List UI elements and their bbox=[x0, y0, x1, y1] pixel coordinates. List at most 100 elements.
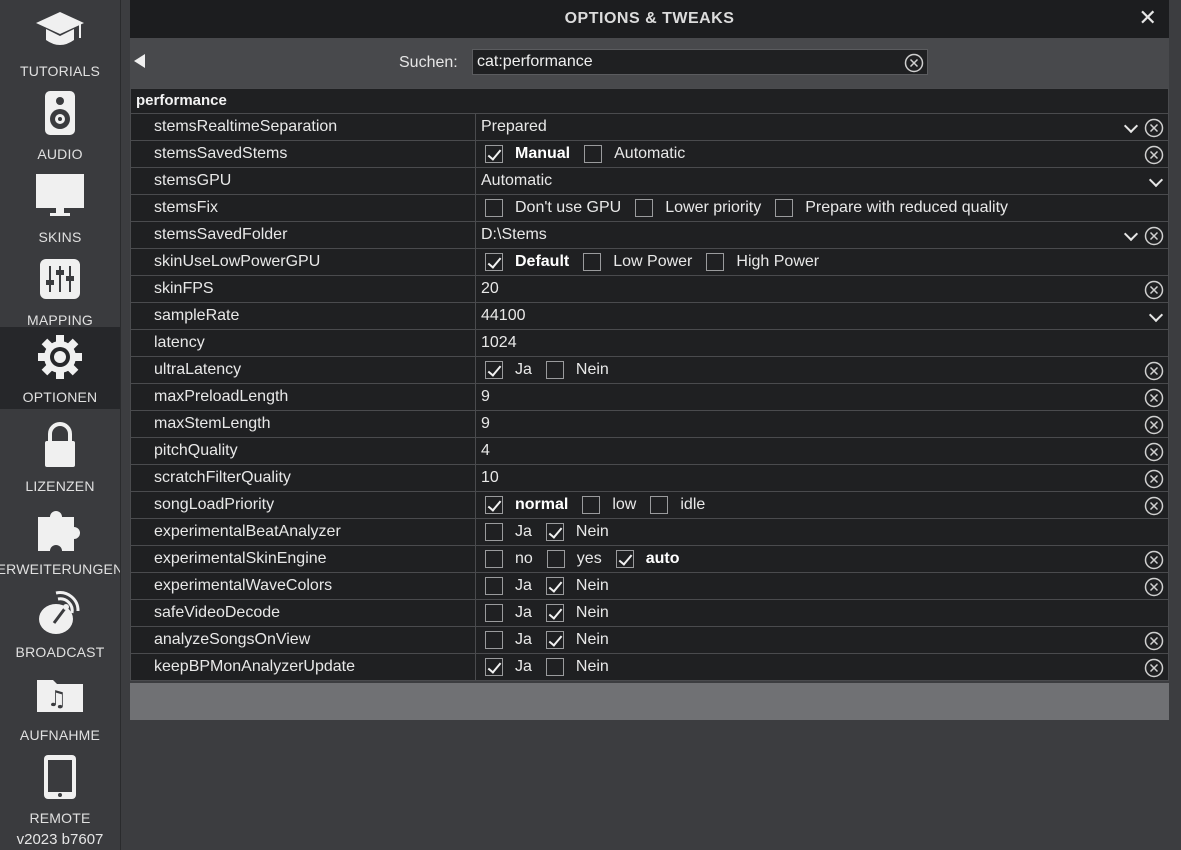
checkbox-checked[interactable] bbox=[485, 145, 503, 163]
reset-icon[interactable] bbox=[1144, 415, 1164, 440]
nav-erweiterungen[interactable]: ERWEITERUNGEN bbox=[0, 498, 120, 581]
nav-audio[interactable]: AUDIO bbox=[0, 83, 120, 166]
nav-aufnahme[interactable]: ♫ AUFNAHME bbox=[0, 664, 120, 747]
checkbox[interactable] bbox=[582, 496, 601, 514]
choice-option[interactable]: Lower priority bbox=[631, 195, 761, 221]
checkbox-checked[interactable] bbox=[545, 523, 564, 541]
reset-icon[interactable] bbox=[1144, 118, 1164, 143]
checkbox[interactable] bbox=[545, 361, 564, 379]
satellite-dish-icon bbox=[0, 585, 120, 637]
choice-option[interactable]: no bbox=[481, 546, 533, 572]
choice-option[interactable]: Ja bbox=[481, 600, 532, 626]
nav-mapping[interactable]: MAPPING bbox=[0, 249, 120, 332]
option-name: experimentalSkinEngine bbox=[154, 550, 327, 567]
checkbox-checked[interactable] bbox=[485, 361, 503, 379]
choice-option[interactable]: idle bbox=[646, 492, 705, 518]
checkbox[interactable] bbox=[485, 631, 503, 649]
choice-option[interactable]: Manual bbox=[481, 141, 570, 167]
choice-option[interactable]: Ja bbox=[481, 357, 532, 383]
reset-icon[interactable] bbox=[1144, 226, 1164, 251]
reset-icon[interactable] bbox=[1144, 361, 1164, 386]
checkbox-checked[interactable] bbox=[545, 604, 564, 622]
reset-icon[interactable] bbox=[1144, 577, 1164, 602]
checkbox[interactable] bbox=[584, 145, 603, 163]
choice-option[interactable]: auto bbox=[612, 546, 679, 572]
checkbox[interactable] bbox=[545, 658, 564, 676]
back-arrow-icon[interactable] bbox=[134, 54, 145, 68]
checkbox-checked[interactable] bbox=[485, 658, 503, 676]
option-row: scratchFilterQuality 10 bbox=[130, 465, 1169, 492]
choice-option[interactable]: Nein bbox=[542, 654, 609, 680]
checkbox[interactable] bbox=[485, 523, 503, 541]
option-dropdown[interactable]: Automatic bbox=[481, 168, 552, 194]
nav-remote[interactable]: REMOTE bbox=[0, 747, 120, 830]
chevron-down-icon[interactable] bbox=[1123, 118, 1139, 134]
chevron-down-icon[interactable] bbox=[1148, 172, 1164, 188]
chevron-down-icon[interactable] bbox=[1148, 307, 1164, 323]
nav-tutorials[interactable]: TUTORIALS bbox=[0, 0, 120, 83]
reset-icon[interactable] bbox=[1144, 388, 1164, 413]
choice-option[interactable]: Nein bbox=[542, 627, 609, 653]
close-button[interactable]: ✕ bbox=[1137, 7, 1159, 29]
checkbox[interactable] bbox=[775, 199, 794, 217]
option-dropdown[interactable]: D:\Stems bbox=[481, 222, 547, 248]
choice-option[interactable]: Automatic bbox=[580, 141, 685, 167]
reset-icon[interactable] bbox=[1144, 550, 1164, 575]
checkbox-checked[interactable] bbox=[615, 550, 634, 568]
chevron-down-icon[interactable] bbox=[1123, 226, 1139, 242]
nav-lizenzen[interactable]: LIZENZEN bbox=[0, 415, 120, 498]
choice-option[interactable]: normal bbox=[481, 492, 568, 518]
choice-label: low bbox=[612, 496, 637, 513]
reset-icon[interactable] bbox=[1144, 442, 1164, 467]
option-choices: normal low idle bbox=[481, 492, 715, 518]
search-input[interactable] bbox=[472, 49, 928, 75]
clear-search-icon[interactable] bbox=[904, 53, 924, 78]
reset-icon[interactable] bbox=[1144, 145, 1164, 170]
reset-icon[interactable] bbox=[1144, 631, 1164, 656]
checkbox-checked[interactable] bbox=[485, 496, 503, 514]
option-text-value[interactable]: 4 bbox=[481, 438, 490, 464]
option-dropdown[interactable]: 44100 bbox=[481, 303, 526, 329]
choice-option[interactable]: Default bbox=[481, 249, 569, 275]
checkbox-checked[interactable] bbox=[545, 631, 564, 649]
option-text-value[interactable]: 9 bbox=[481, 384, 490, 410]
checkbox[interactable] bbox=[583, 253, 602, 271]
choice-option[interactable]: Nein bbox=[542, 357, 609, 383]
checkbox[interactable] bbox=[485, 199, 503, 217]
checkbox[interactable] bbox=[546, 550, 565, 568]
nav-broadcast[interactable]: BROADCAST bbox=[0, 581, 120, 664]
choice-option[interactable]: Ja bbox=[481, 573, 532, 599]
nav-skins[interactable]: SKINS bbox=[0, 166, 120, 249]
reset-icon[interactable] bbox=[1144, 658, 1164, 683]
checkbox[interactable] bbox=[650, 496, 669, 514]
checkbox[interactable] bbox=[485, 550, 503, 568]
choice-option[interactable]: Ja bbox=[481, 519, 532, 545]
option-text-value[interactable]: 9 bbox=[481, 411, 490, 437]
choice-option[interactable]: yes bbox=[543, 546, 602, 572]
column-divider bbox=[475, 465, 476, 491]
checkbox[interactable] bbox=[485, 577, 503, 595]
choice-option[interactable]: Low Power bbox=[579, 249, 692, 275]
checkbox-checked[interactable] bbox=[545, 577, 564, 595]
checkbox-checked[interactable] bbox=[485, 253, 503, 271]
reset-icon[interactable] bbox=[1144, 469, 1164, 494]
choice-option[interactable]: Nein bbox=[542, 519, 609, 545]
choice-option[interactable]: Don't use GPU bbox=[481, 195, 621, 221]
choice-option[interactable]: Ja bbox=[481, 654, 532, 680]
checkbox[interactable] bbox=[635, 199, 654, 217]
checkbox[interactable] bbox=[485, 604, 503, 622]
checkbox[interactable] bbox=[706, 253, 725, 271]
choice-option[interactable]: Nein bbox=[542, 573, 609, 599]
nav-optionen[interactable]: OPTIONEN bbox=[0, 327, 120, 409]
choice-option[interactable]: High Power bbox=[702, 249, 819, 275]
option-text-value[interactable]: 20 bbox=[481, 276, 499, 302]
reset-icon[interactable] bbox=[1144, 496, 1164, 521]
option-text-value[interactable]: 1024 bbox=[481, 330, 517, 356]
choice-option[interactable]: Nein bbox=[542, 600, 609, 626]
option-text-value[interactable]: 10 bbox=[481, 465, 499, 491]
reset-icon[interactable] bbox=[1144, 280, 1164, 305]
choice-option[interactable]: Ja bbox=[481, 627, 532, 653]
choice-option[interactable]: Prepare with reduced quality bbox=[771, 195, 1008, 221]
option-dropdown[interactable]: Prepared bbox=[481, 114, 547, 140]
choice-option[interactable]: low bbox=[578, 492, 636, 518]
